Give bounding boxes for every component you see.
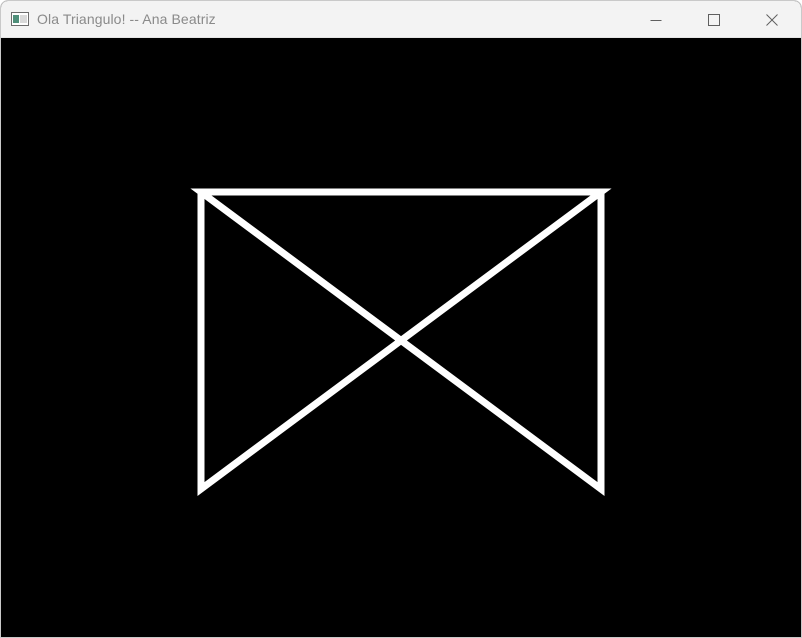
close-button[interactable] (743, 1, 801, 38)
window-title: Ola Triangulo! -- Ana Beatriz (37, 11, 216, 27)
minimize-button[interactable] (627, 1, 685, 38)
maximize-button[interactable] (685, 1, 743, 38)
maximize-icon (708, 13, 720, 26)
close-icon (766, 13, 778, 26)
app-window: Ola Triangulo! -- Ana Beatriz (0, 0, 802, 638)
render-canvas[interactable] (1, 38, 801, 637)
window-controls (627, 1, 801, 38)
minimize-icon (650, 19, 662, 21)
app-window-icon (11, 12, 29, 26)
bowtie-drawing (190, 188, 612, 496)
title-bar[interactable]: Ola Triangulo! -- Ana Beatriz (1, 1, 801, 38)
